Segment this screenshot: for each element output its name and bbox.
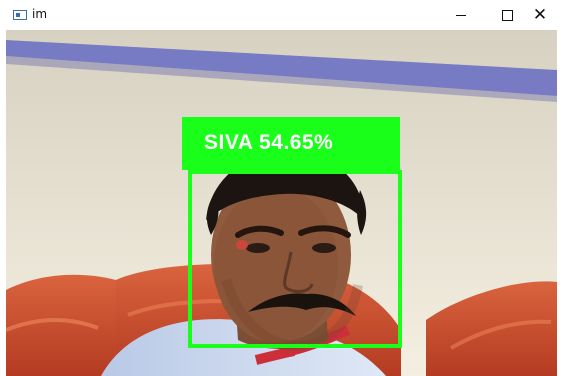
minimize-button[interactable] <box>438 0 484 30</box>
close-button[interactable]: ✕ <box>517 0 563 30</box>
title-bar[interactable]: im ✕ <box>0 0 563 30</box>
maximize-icon <box>501 9 513 21</box>
window-title: im <box>32 7 48 21</box>
detection-label: SIVA 54.65% <box>204 131 334 154</box>
app-window: im ✕ SIVA 54.65% <box>0 0 563 376</box>
face-bounding-box <box>188 170 402 348</box>
camera-view: SIVA 54.65% <box>6 30 557 376</box>
window-app-icon <box>13 10 27 20</box>
close-icon: ✕ <box>532 4 548 25</box>
minimize-icon <box>456 14 466 16</box>
